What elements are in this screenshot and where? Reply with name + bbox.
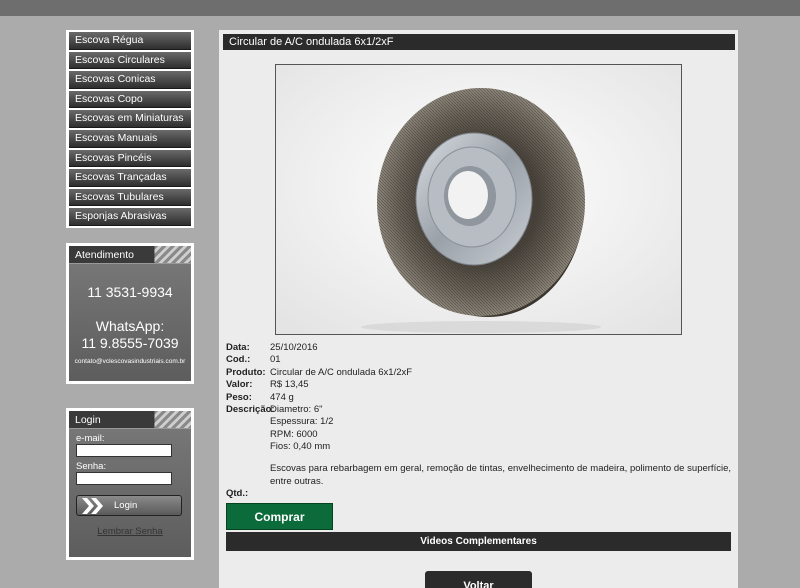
contact-phone: 11 3531-9934 bbox=[87, 284, 173, 300]
product-image bbox=[275, 64, 682, 335]
whatsapp-block: WhatsApp: 11 9.8555-7039 bbox=[69, 318, 191, 352]
menu-item-esponjas-abrasivas[interactable]: Esponjas Abrasivas bbox=[69, 208, 191, 226]
weight-label: Peso: bbox=[226, 391, 252, 403]
password-field[interactable] bbox=[76, 472, 172, 485]
forgot-password-link[interactable]: Lembrar Senha bbox=[69, 526, 191, 537]
double-chevron-right-icon bbox=[82, 497, 103, 514]
menu-item-escovas-pinceis[interactable]: Escovas Pincéis bbox=[69, 149, 191, 168]
product-details: Data: 25/10/2016 Cod.: 01 Produto: Circu… bbox=[226, 342, 731, 500]
spec-diameter: Diametro: 6" bbox=[270, 404, 323, 416]
buy-button[interactable]: Comprar bbox=[226, 503, 333, 530]
description-value: Diametro: 6" Espessura: 1/2 RPM: 6000 Fi… bbox=[270, 404, 731, 488]
contact-email[interactable]: contato@vclescovasindustriais.com.br bbox=[69, 358, 191, 365]
date-label: Data: bbox=[226, 342, 250, 353]
contact-box-title: Atendimento bbox=[69, 246, 191, 264]
wire-brush-wheel-image bbox=[276, 65, 681, 334]
spec-rpm: RPM: 6000 bbox=[270, 428, 318, 440]
password-label: Senha: bbox=[76, 461, 107, 472]
email-field[interactable] bbox=[76, 444, 172, 457]
back-button[interactable]: Voltar bbox=[425, 571, 532, 588]
contact-box: Atendimento 11 3531-9934 WhatsApp: 11 9.… bbox=[66, 243, 194, 384]
login-box: Login e-mail: Senha: Login Lembrar Senha bbox=[66, 408, 194, 560]
price-value: R$ 13,45 bbox=[270, 379, 309, 391]
menu-item-escovas-copo[interactable]: Escovas Copo bbox=[69, 90, 191, 109]
quantity-label: Qtd.: bbox=[226, 487, 249, 499]
product-value: Circular de A/C ondulada 6x1/2xF bbox=[270, 366, 413, 378]
price-label: Valor: bbox=[226, 379, 253, 391]
spec-wire: Fios: 0,40 mm bbox=[270, 441, 331, 453]
login-box-title: Login bbox=[69, 411, 191, 429]
menu-item-escovas-trancadas[interactable]: Escovas Trançadas bbox=[69, 169, 191, 187]
date-value: 25/10/2016 bbox=[270, 342, 318, 353]
detail-row-description: Descrição: Diametro: 6" Espessura: 1/2 R… bbox=[226, 404, 731, 488]
menu-item-escovas-circulares[interactable]: Escovas Circulares bbox=[69, 51, 191, 70]
videos-section-title: Videos Complementares bbox=[226, 532, 731, 551]
detail-row-price: Valor: R$ 13,45 bbox=[226, 379, 731, 391]
code-value: 01 bbox=[270, 354, 281, 366]
product-label: Produto: bbox=[226, 366, 266, 378]
menu-item-escovas-tubulares[interactable]: Escovas Tubulares bbox=[69, 188, 191, 207]
whatsapp-label: WhatsApp: bbox=[95, 318, 165, 334]
detail-row-weight: Peso: 474 g bbox=[226, 392, 731, 404]
whatsapp-number: 11 9.8555-7039 bbox=[81, 335, 179, 351]
category-menu: Escova Régua Escovas Circulares Escovas … bbox=[66, 30, 194, 228]
menu-item-escova-regua[interactable]: Escova Régua bbox=[69, 32, 191, 50]
product-panel: Circular de A/C ondulada 6x1/2xF Data: 2… bbox=[219, 30, 738, 588]
detail-row-quantity: Qtd.: bbox=[226, 488, 731, 500]
email-label: e-mail: bbox=[76, 433, 105, 444]
product-title: Circular de A/C ondulada 6x1/2xF bbox=[223, 34, 735, 50]
weight-value: 474 g bbox=[270, 391, 294, 403]
menu-item-escovas-conicas[interactable]: Escovas Conicas bbox=[69, 71, 191, 89]
detail-row-code: Cod.: 01 bbox=[226, 354, 731, 366]
quantity-value bbox=[270, 488, 731, 500]
login-button-label: Login bbox=[114, 500, 138, 511]
detail-row-date: Data: 25/10/2016 bbox=[226, 342, 731, 354]
description-label: Descrição: bbox=[226, 404, 275, 416]
top-bar bbox=[0, 0, 800, 16]
code-label: Cod.: bbox=[226, 354, 251, 366]
description-text: Escovas para rebarbagem em geral, remoçã… bbox=[270, 462, 731, 487]
menu-item-escovas-manuais[interactable]: Escovas Manuais bbox=[69, 129, 191, 148]
login-button[interactable]: Login bbox=[76, 495, 182, 516]
menu-item-escovas-miniaturas[interactable]: Escovas em Miniaturas bbox=[69, 110, 191, 128]
spec-thickness: Espessura: 1/2 bbox=[270, 416, 334, 428]
detail-row-product: Produto: Circular de A/C ondulada 6x1/2x… bbox=[226, 367, 731, 379]
